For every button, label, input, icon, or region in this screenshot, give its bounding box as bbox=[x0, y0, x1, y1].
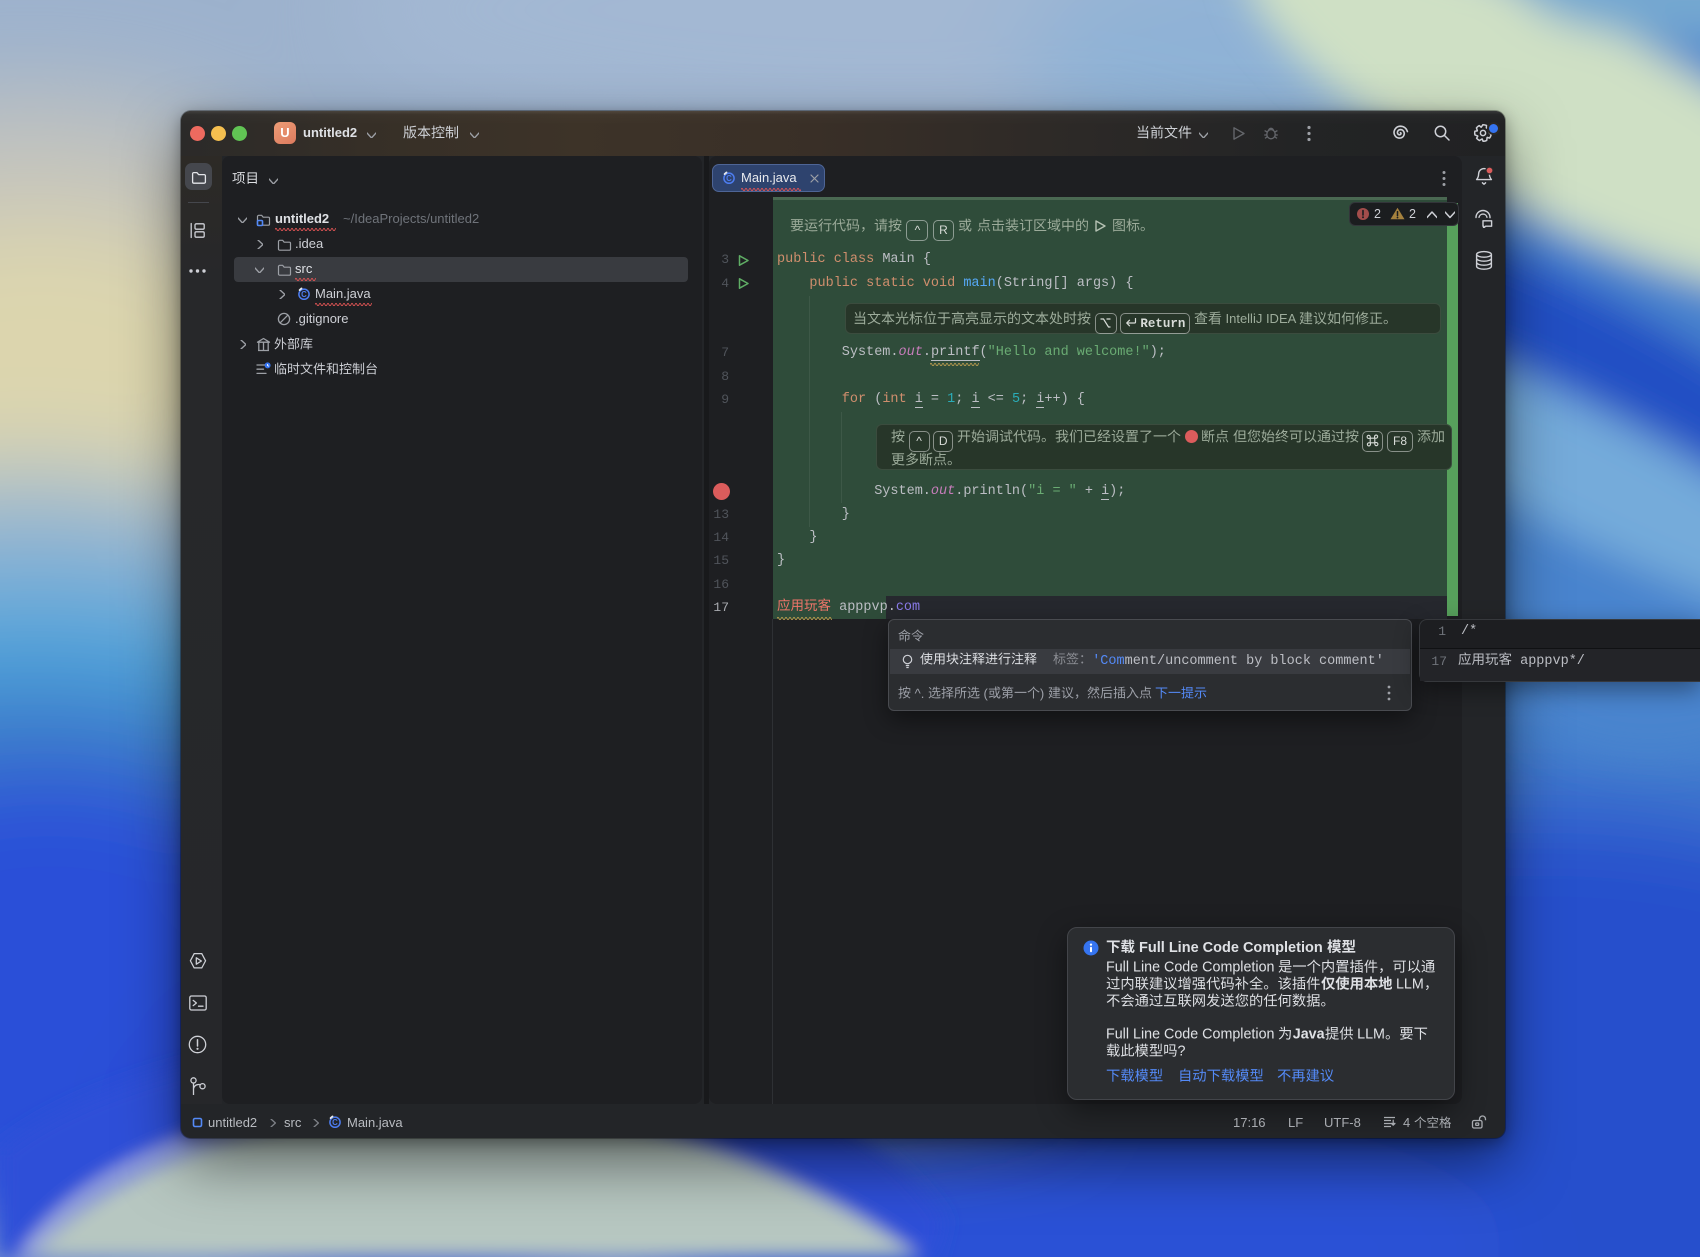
svg-text:C: C bbox=[332, 1118, 338, 1127]
svg-text:C: C bbox=[726, 174, 732, 183]
